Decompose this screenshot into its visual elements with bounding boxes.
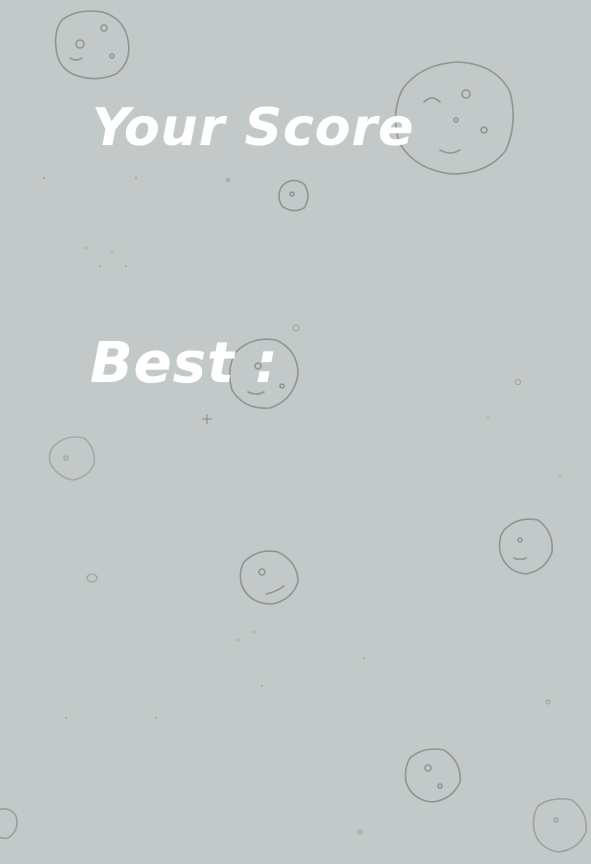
game-over-screen: Your Score Best : (0, 0, 591, 864)
asteroid-icon (532, 798, 588, 853)
your-score-label: Your Score (92, 98, 415, 158)
asteroid-icon (48, 436, 96, 481)
asteroid-icon (498, 518, 554, 575)
best-score-label: Best : (90, 331, 279, 396)
asteroid-icon (239, 550, 299, 605)
sparkle-icon (202, 414, 212, 424)
asteroid-icon (404, 748, 461, 803)
asteroid-icon (0, 808, 18, 840)
asteroid-icon (54, 10, 130, 80)
asteroid-icon (278, 179, 309, 212)
